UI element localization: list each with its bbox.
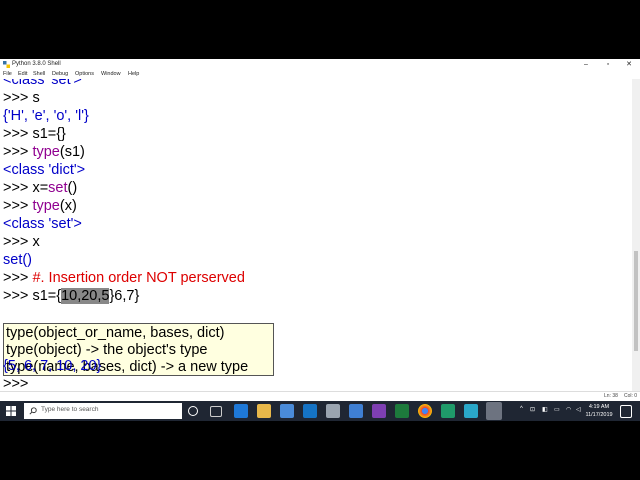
shell-output-line: <class 'dict'> bbox=[3, 162, 86, 178]
maximize-button[interactable]: ▫ bbox=[597, 59, 619, 70]
python-icon bbox=[3, 61, 10, 68]
tray-icon[interactable]: ⊡ bbox=[530, 406, 535, 413]
shell-output-line: {5, 6, 7, 10, 20} bbox=[3, 358, 102, 374]
file-explorer-icon[interactable] bbox=[257, 404, 271, 418]
scrollbar-thumb[interactable] bbox=[634, 251, 638, 351]
app-icon-3[interactable] bbox=[372, 404, 386, 418]
shell-input-line: >>> type(x) bbox=[3, 198, 77, 214]
window-title: Python 3.8.0 Shell bbox=[12, 61, 61, 67]
screen: Python 3.8.0 Shell – ▫ ✕ File Edit Shell… bbox=[0, 59, 640, 421]
search-icon bbox=[29, 407, 37, 415]
shell-input-line: >>> x bbox=[3, 234, 40, 250]
edge-icon[interactable] bbox=[234, 404, 248, 418]
menu-file[interactable]: File bbox=[3, 70, 12, 79]
shell-text-area[interactable]: <class 'set'> >>> s {'H', 'e', 'o', 'l'}… bbox=[0, 79, 632, 395]
shell-input-line: >>> s1={} bbox=[3, 126, 66, 142]
shell-comment-line: >>> #. Insertion order NOT perserved bbox=[3, 270, 245, 286]
minimize-button[interactable]: – bbox=[575, 59, 597, 70]
menu-help[interactable]: Help bbox=[128, 70, 139, 79]
app-icon-2[interactable] bbox=[349, 404, 363, 418]
store-icon[interactable] bbox=[280, 404, 294, 418]
network-icon[interactable]: ◠ bbox=[566, 406, 571, 413]
taskbar: Type here to search ^ ⊡ ◧ ▭ ◠ ◁ 4:19 AM … bbox=[0, 401, 640, 421]
column-number: Col: 0 bbox=[624, 393, 638, 399]
windows-start-icon[interactable] bbox=[0, 401, 22, 421]
menu-shell[interactable]: Shell bbox=[33, 70, 45, 79]
vertical-scrollbar[interactable] bbox=[632, 79, 640, 395]
menu-options[interactable]: Options bbox=[75, 70, 94, 79]
app-icon-5[interactable] bbox=[464, 404, 478, 418]
python-idle-taskbar-icon[interactable] bbox=[486, 402, 502, 420]
chrome-icon[interactable] bbox=[418, 404, 432, 418]
battery-icon[interactable]: ▭ bbox=[554, 406, 560, 413]
title-bar: Python 3.8.0 Shell – ▫ ✕ bbox=[0, 59, 640, 70]
close-button[interactable]: ✕ bbox=[618, 59, 640, 70]
shell-output-line: <class 'set'> bbox=[3, 79, 82, 88]
app-icon[interactable] bbox=[326, 404, 340, 418]
shell-output-line: <class 'set'> bbox=[3, 216, 82, 232]
task-view-icon[interactable] bbox=[210, 406, 222, 417]
shell-input-line: >>> s bbox=[3, 90, 40, 106]
taskbar-clock[interactable]: 4:19 AM 11/17/2019 bbox=[584, 403, 614, 419]
tray-chevron-icon[interactable]: ^ bbox=[520, 406, 523, 412]
menu-window[interactable]: Window bbox=[101, 70, 121, 79]
app-icon-4[interactable] bbox=[441, 404, 455, 418]
notifications-icon[interactable] bbox=[620, 405, 632, 418]
menu-edit[interactable]: Edit bbox=[18, 70, 27, 79]
shell-current-input[interactable]: >>> s1={10,20,5}6,7} bbox=[3, 287, 139, 305]
tray-icon-2[interactable]: ◧ bbox=[542, 406, 548, 413]
selected-text: 10,20,5 bbox=[61, 288, 110, 304]
clock-date: 11/17/2019 bbox=[585, 412, 613, 418]
shell-output-line: set() bbox=[3, 252, 32, 268]
shell-input-line: >>> x=set() bbox=[3, 180, 78, 196]
calltip-line: type(object_or_name, bases, dict) bbox=[6, 325, 225, 341]
shell-input-line: >>> type(s1) bbox=[3, 144, 85, 160]
taskbar-search-box[interactable]: Type here to search bbox=[24, 403, 182, 419]
line-number: Ln: 38 bbox=[604, 393, 618, 399]
excel-icon[interactable] bbox=[395, 404, 409, 418]
menu-debug[interactable]: Debug bbox=[52, 70, 68, 79]
volume-icon[interactable]: ◁ bbox=[576, 406, 581, 413]
cortana-icon[interactable] bbox=[188, 406, 198, 416]
shell-output-line: {'H', 'e', 'o', 'l'} bbox=[3, 108, 89, 124]
search-placeholder: Type here to search bbox=[41, 406, 99, 413]
clock-time: 4:19 AM bbox=[588, 404, 610, 410]
menu-bar: File Edit Shell Debug Options Window Hel… bbox=[0, 70, 640, 79]
ie-icon[interactable] bbox=[303, 404, 317, 418]
